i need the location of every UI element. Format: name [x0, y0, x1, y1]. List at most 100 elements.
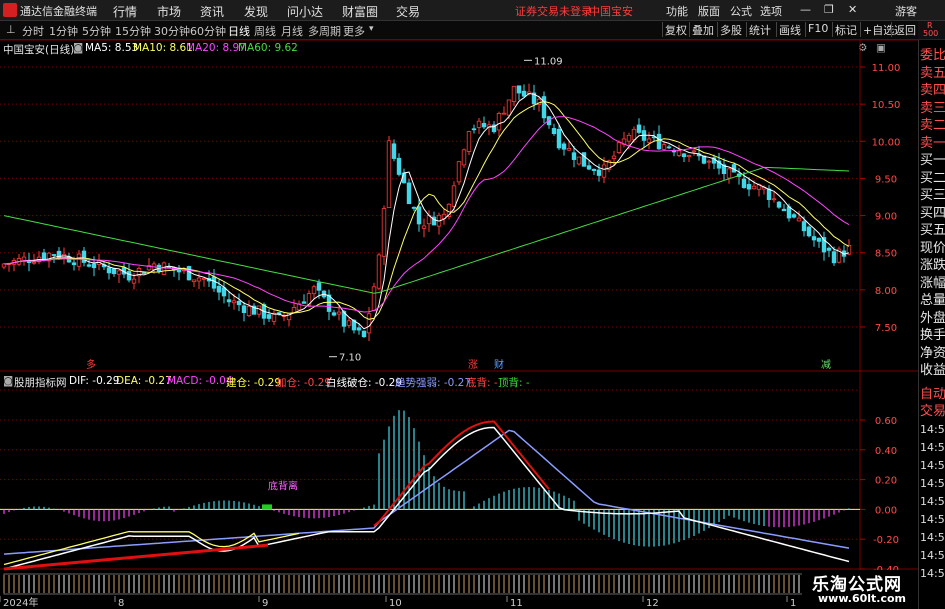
candle-body — [381, 208, 387, 257]
trade-time-7: 14:56 — [920, 549, 945, 562]
price-tick-label: 8.50 — [875, 249, 897, 260]
user-guest[interactable]: 游客 — [895, 3, 917, 19]
menu-shichang[interactable]: 市场 — [157, 3, 181, 20]
price-marks: 11.09 7.10 多 涨 财 减 — [86, 56, 831, 371]
candle-body — [796, 217, 802, 222]
menu-jiaoyi[interactable]: 交易 — [396, 3, 420, 20]
btn-huaxian[interactable]: 画线 — [776, 22, 803, 37]
menu-xuanxiang[interactable]: 选项 — [760, 3, 782, 19]
quote-item-15: 外盘 — [920, 310, 945, 326]
candle-body — [356, 327, 362, 331]
close-icon[interactable]: ✕ — [848, 3, 857, 16]
candle-body — [781, 208, 787, 212]
candle-body — [801, 221, 807, 232]
price-tick-label: 9.50 — [875, 174, 897, 185]
menu-wenxiaoda[interactable]: 问小达 — [287, 3, 323, 20]
period-weekly[interactable]: 周线 — [254, 23, 276, 39]
candle-body — [816, 237, 822, 242]
candle-body — [131, 278, 137, 284]
period-30min[interactable]: 30分钟 — [154, 23, 190, 39]
candle-body — [596, 169, 602, 176]
candle-body — [311, 286, 317, 295]
chart-canvas[interactable]: 11.0010.5010.009.509.008.508.007.50 11.0… — [0, 40, 918, 609]
candle-body — [51, 254, 57, 256]
candle-body — [776, 201, 782, 208]
candle-body — [541, 96, 547, 119]
candle-body — [376, 254, 382, 289]
quote-item-11: 现价 — [920, 240, 945, 256]
candle-body — [31, 261, 37, 264]
indicator-tick-label: 0.60 — [875, 416, 897, 427]
candle-body — [416, 206, 422, 225]
date-label: 9 — [262, 598, 268, 609]
period-60min[interactable]: 60分钟 — [190, 23, 226, 39]
period-daily[interactable]: 日线 — [228, 23, 250, 39]
candle-body — [506, 99, 512, 116]
chart-frame — [0, 40, 918, 570]
period-fenshi[interactable]: 分时 — [22, 23, 44, 39]
refresh-badge[interactable]: R 500 — [918, 21, 945, 39]
period-1min[interactable]: 1分钟 — [49, 23, 78, 39]
menu-faxian[interactable]: 发现 — [244, 3, 268, 20]
auto-trade-1[interactable]: 交易 — [920, 402, 945, 421]
candle-body — [656, 133, 662, 150]
price-tick-label: 9.00 — [875, 212, 897, 223]
period-multi[interactable]: 多周期 — [308, 23, 341, 39]
minimize-icon[interactable]: — — [800, 3, 811, 16]
period-15min[interactable]: 15分钟 — [115, 23, 151, 39]
login-notice[interactable]: 证券交易未登录 — [515, 3, 592, 19]
menu-gongshi[interactable]: 公式 — [730, 3, 752, 19]
quote-item-16: 换手 — [920, 328, 945, 343]
menu-caifuquan[interactable]: 财富圈 — [342, 3, 378, 20]
candle-body — [91, 263, 97, 269]
candle-body — [421, 225, 427, 229]
period-5min[interactable]: 5分钟 — [82, 23, 111, 39]
indicator-tick-label: 0.20 — [875, 476, 897, 487]
trade-time-8: 14:56 — [920, 567, 945, 580]
candle-body — [476, 120, 482, 128]
btn-duogu[interactable]: 多股 — [717, 22, 744, 37]
btn-back[interactable]: 返回 — [891, 22, 918, 37]
candle-body — [71, 262, 77, 266]
btn-diejia[interactable]: 叠加 — [689, 22, 716, 37]
date-label: 12 — [646, 598, 659, 609]
top-menu-bar: 通达信金融终端 行情 市场 资讯 发现 问小达 财富圈 交易 证券交易未登录 中… — [0, 0, 945, 21]
price-tick-label: 11.00 — [872, 63, 901, 74]
candle-body — [471, 128, 477, 131]
candle-body — [336, 311, 342, 315]
candle-body — [456, 161, 462, 183]
btn-biaoji[interactable]: 标记 — [832, 22, 859, 37]
btn-fuquan[interactable]: 复权 — [662, 22, 689, 37]
period-monthly[interactable]: 月线 — [281, 23, 303, 39]
lock-icon[interactable]: ⊥ — [6, 23, 16, 36]
candle-body — [626, 134, 632, 142]
candle-body — [786, 206, 792, 219]
chevron-down-icon[interactable]: ▾ — [369, 24, 374, 34]
menu-gongneng[interactable]: 功能 — [666, 3, 688, 19]
price-tick-label: 7.50 — [875, 323, 897, 334]
menu-hangqing[interactable]: 行情 — [113, 3, 137, 20]
candle-body — [81, 250, 87, 263]
period-more[interactable]: 更多 — [343, 23, 365, 39]
marker-0: 多 — [86, 358, 96, 371]
quote-item-3: 卖三 — [920, 100, 945, 116]
menu-zixun[interactable]: 资讯 — [200, 3, 224, 20]
right-quote-panel: 委比 卖五 卖四 卖三 卖二 卖一 买一 买二 买三 买四 买五 现价 涨跌 涨幅 总量 外盘 换手 净资 收益 自动… — [918, 40, 945, 609]
btn-f10[interactable]: F10 — [805, 22, 830, 37]
trade-time-2: 14:56 — [920, 459, 945, 472]
candle-body — [826, 247, 832, 251]
restore-icon[interactable]: ❐ — [824, 3, 834, 16]
candle-body — [561, 143, 567, 150]
candle-body — [751, 185, 757, 190]
candle-body — [691, 150, 697, 153]
trade-time-0: 14:56 — [920, 423, 945, 436]
btn-tongji[interactable]: 统计 — [746, 22, 773, 37]
ma5-line — [3, 92, 850, 330]
candle-body — [576, 156, 582, 165]
candle-body — [106, 267, 112, 274]
candle-body — [366, 313, 372, 334]
candle-body — [791, 214, 797, 218]
marker-2: 财 — [494, 358, 504, 371]
candle-body — [511, 85, 517, 102]
menu-banmian[interactable]: 版面 — [698, 3, 720, 19]
